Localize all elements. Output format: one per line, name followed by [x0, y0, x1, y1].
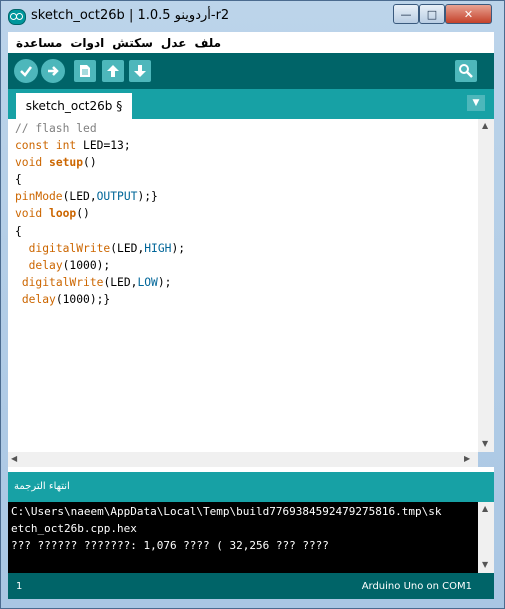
scroll-down-icon[interactable]: ▼: [482, 560, 488, 569]
tab-menu-button[interactable]: ▼: [467, 95, 485, 111]
code-line: void setup(): [15, 156, 97, 170]
save-button[interactable]: [129, 60, 151, 82]
code-area[interactable]: // flash led const int LED=13; void setu…: [15, 122, 185, 310]
title-bar: sketch_oct26b | 1.0.5 أردوينو-r2 — □ ✕: [1, 1, 504, 31]
menu-edit[interactable]: عدل: [157, 32, 191, 53]
tab-bar: sketch_oct26b § ▼: [8, 89, 494, 119]
code-line: digitalWrite(LED,LOW);: [21, 275, 172, 289]
scroll-down-icon[interactable]: ▼: [482, 439, 488, 448]
menu-help[interactable]: مساعدة: [12, 32, 66, 53]
console-scrollbar[interactable]: ▲ ▼: [478, 502, 494, 573]
ide-window: sketch_oct26b | 1.0.5 أردوينو-r2 — □ ✕ م…: [0, 0, 505, 609]
code-line: delay(1000);}: [21, 292, 111, 306]
menu-file[interactable]: ملف: [190, 32, 225, 53]
scroll-right-icon[interactable]: ▶: [464, 454, 470, 463]
open-button[interactable]: [102, 60, 124, 82]
window-title: sketch_oct26b | 1.0.5 أردوينو-r2: [31, 8, 230, 23]
editor-vertical-scrollbar[interactable]: ▲ ▼: [478, 119, 494, 452]
new-button[interactable]: [74, 60, 96, 82]
status-message: انتهاء الترجمة: [14, 481, 70, 492]
upload-button[interactable]: [41, 59, 65, 83]
check-icon: [20, 66, 32, 77]
maximize-button[interactable]: □: [419, 4, 445, 24]
scroll-up-icon[interactable]: ▲: [482, 121, 488, 130]
code-line: const int LED=13;: [15, 139, 131, 153]
serial-monitor-button[interactable]: [455, 60, 477, 82]
new-file-icon: [80, 65, 90, 77]
code-line: {: [15, 224, 22, 238]
console-line: ??? ?????? ???????: 1,076 ???? ( 32,256 …: [11, 539, 329, 552]
line-number: 1: [16, 581, 23, 592]
code-line: delay(1000);: [28, 258, 111, 272]
code-line: {: [15, 173, 22, 187]
console-output[interactable]: C:\Users\naeem\AppData\Local\Temp\build7…: [8, 502, 478, 573]
code-editor[interactable]: // flash led const int LED=13; void setu…: [8, 119, 478, 452]
arduino-logo-icon: [8, 9, 26, 25]
code-line: pinMode(LED,OUTPUT);}: [15, 190, 158, 204]
menu-tools[interactable]: ادوات: [66, 32, 108, 53]
arrow-down-icon: [134, 65, 146, 77]
console-line: C:\Users\naeem\AppData\Local\Temp\build7…: [11, 505, 442, 518]
arrow-right-icon: [48, 66, 59, 76]
minimize-button[interactable]: —: [393, 4, 419, 24]
close-button[interactable]: ✕: [445, 4, 492, 24]
menu-bar: ملف عدل سكتش ادوات مساعدة: [8, 32, 494, 53]
code-line: void loop(): [15, 207, 90, 221]
serial-monitor-icon: [459, 64, 473, 78]
board-info: Arduino Uno on COM1: [361, 581, 472, 592]
code-line: digitalWrite(LED,HIGH);: [28, 241, 186, 255]
status-bar: انتهاء الترجمة: [8, 472, 494, 502]
footer-bar: 1 Arduino Uno on COM1: [8, 573, 494, 599]
menu-sketch[interactable]: سكتش: [108, 32, 157, 53]
toolbar: [8, 53, 494, 89]
verify-button[interactable]: [14, 59, 38, 83]
arrow-up-icon: [107, 65, 119, 77]
chevron-down-icon: ▼: [472, 98, 480, 108]
scroll-up-icon[interactable]: ▲: [482, 504, 488, 513]
tab-sketch[interactable]: sketch_oct26b §: [16, 93, 132, 119]
scroll-left-icon[interactable]: ◀: [11, 454, 17, 463]
editor-horizontal-scrollbar[interactable]: ◀ ▶: [8, 452, 478, 467]
code-line: // flash led: [15, 122, 97, 135]
console-line: etch_oct26b.cpp.hex: [11, 522, 137, 535]
